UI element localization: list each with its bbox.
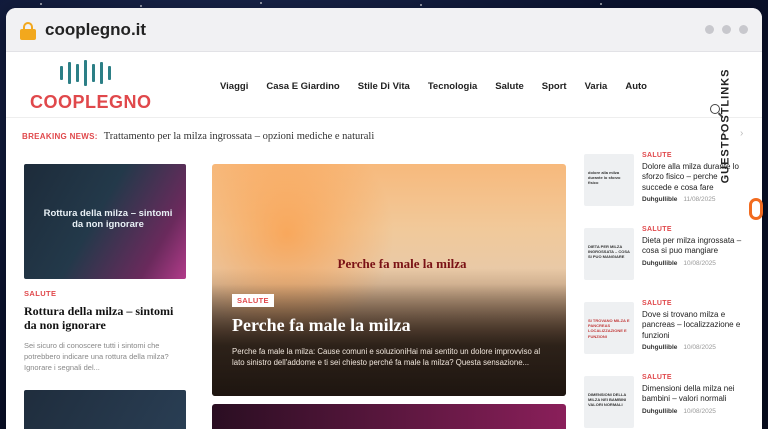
nav-item[interactable]: Sport [542, 81, 567, 92]
window-controls [705, 25, 748, 34]
logo-text: COOPLEGNO [30, 91, 152, 112]
article-thumbnail[interactable] [24, 390, 186, 429]
nav-item[interactable]: Viaggi [220, 81, 248, 92]
list-item[interactable]: DIETA PER MILZA INGROSSATA – COSA SI PUO… [584, 226, 744, 300]
category-label[interactable]: SALUTE [642, 374, 744, 381]
breaking-news-title[interactable]: Trattamento per la milza ingrossata – op… [104, 131, 375, 142]
category-label[interactable]: SALUTE [24, 289, 186, 298]
article-excerpt: Sei sicuro di conoscere tutti i sintomi … [24, 340, 169, 372]
article-thumbnail[interactable]: SI TROVANO MILZA E PANCREAS LOCALIZZAZIO… [584, 302, 634, 354]
nav-item[interactable]: Auto [625, 81, 647, 92]
article-thumbnail[interactable]: dolore alla milza durante lo sforzo fisi… [584, 154, 634, 206]
chevron-right-icon[interactable]: › [740, 128, 743, 139]
thumbnail-text: Rottura della milza – sintomi da non ign… [43, 208, 173, 231]
article-title[interactable]: Dimensioni della milza nei bambini – val… [642, 384, 744, 405]
nav-item[interactable]: Tecnologia [428, 81, 477, 92]
article-thumbnail[interactable]: Rottura della milza – sintomi da non ign… [24, 164, 186, 279]
hero-image-text: Perche fa male la milza [337, 256, 467, 271]
post-date: 10/08/2025 [683, 344, 716, 352]
hero-excerpt: Perche fa male la milza: Cause comuni e … [232, 347, 541, 368]
web-page: COOPLEGNO Viaggi Casa E Giardino Stile D… [6, 52, 762, 429]
author-name[interactable]: Duhgullible [642, 196, 677, 203]
logo-bars-icon [60, 59, 111, 86]
article-title[interactable]: Dieta per milza ingrossata – cosa si puo… [642, 236, 744, 257]
nav-item[interactable]: Varia [585, 81, 608, 92]
side-article-list: dolore alla milza durante lo sforzo fisi… [584, 152, 744, 429]
address-bar-url[interactable]: cooplegno.it [45, 20, 146, 40]
window-dot[interactable] [739, 25, 748, 34]
article-thumbnail[interactable] [212, 404, 566, 429]
category-label[interactable]: SALUTE [642, 226, 744, 233]
breaking-news-bar: BREAKING NEWS: Trattamento per la milza … [22, 131, 374, 142]
post-date: 10/08/2025 [683, 407, 716, 415]
link-icon [749, 198, 763, 220]
post-date: 11/08/2025 [683, 196, 716, 204]
main-nav: Viaggi Casa E Giardino Stile Di Vita Tec… [220, 81, 647, 92]
list-item[interactable]: DIMENSIONI DELLA MILZA NEI BAMBINI VALOR… [584, 374, 744, 429]
author-name[interactable]: Duhgullible [642, 344, 677, 351]
browser-titlebar: cooplegno.it [6, 8, 762, 52]
left-article-card[interactable]: Rottura della milza – sintomi da non ign… [24, 164, 186, 373]
site-header: COOPLEGNO Viaggi Casa E Giardino Stile D… [6, 52, 762, 118]
category-label[interactable]: SALUTE [642, 300, 744, 307]
post-date: 10/08/2025 [683, 259, 716, 267]
browser-window: cooplegno.it COOPLEGNO Viaggi Casa E Gia… [6, 8, 762, 429]
lock-icon [20, 21, 36, 40]
list-item[interactable]: SI TROVANO MILZA E PANCREAS LOCALIZZAZIO… [584, 300, 744, 374]
window-dot[interactable] [722, 25, 731, 34]
breaking-news-label: BREAKING NEWS: [22, 132, 98, 141]
author-name[interactable]: Duhgullible [642, 408, 677, 415]
hero-article[interactable]: Perche fa male la milza SALUTE Perche fa… [212, 164, 566, 396]
article-thumbnail[interactable]: DIETA PER MILZA INGROSSATA – COSA SI PUO… [584, 228, 634, 280]
article-title[interactable]: Rottura della milza – sintomi da non ign… [24, 304, 186, 333]
nav-item[interactable]: Casa E Giardino [266, 81, 339, 92]
category-badge[interactable]: SALUTE [232, 294, 274, 307]
article-title[interactable]: Dove si trovano milza e pancreas – local… [642, 310, 744, 341]
hero-title[interactable]: Perche fa male la milza [232, 315, 411, 336]
window-dot[interactable] [705, 25, 714, 34]
nav-item[interactable]: Stile Di Vita [358, 81, 410, 92]
nav-item[interactable]: Salute [495, 81, 524, 92]
article-thumbnail[interactable]: DIMENSIONI DELLA MILZA NEI BAMBINI VALOR… [584, 376, 634, 428]
author-name[interactable]: Duhgullible [642, 260, 677, 267]
site-logo[interactable]: COOPLEGNO [20, 54, 166, 116]
